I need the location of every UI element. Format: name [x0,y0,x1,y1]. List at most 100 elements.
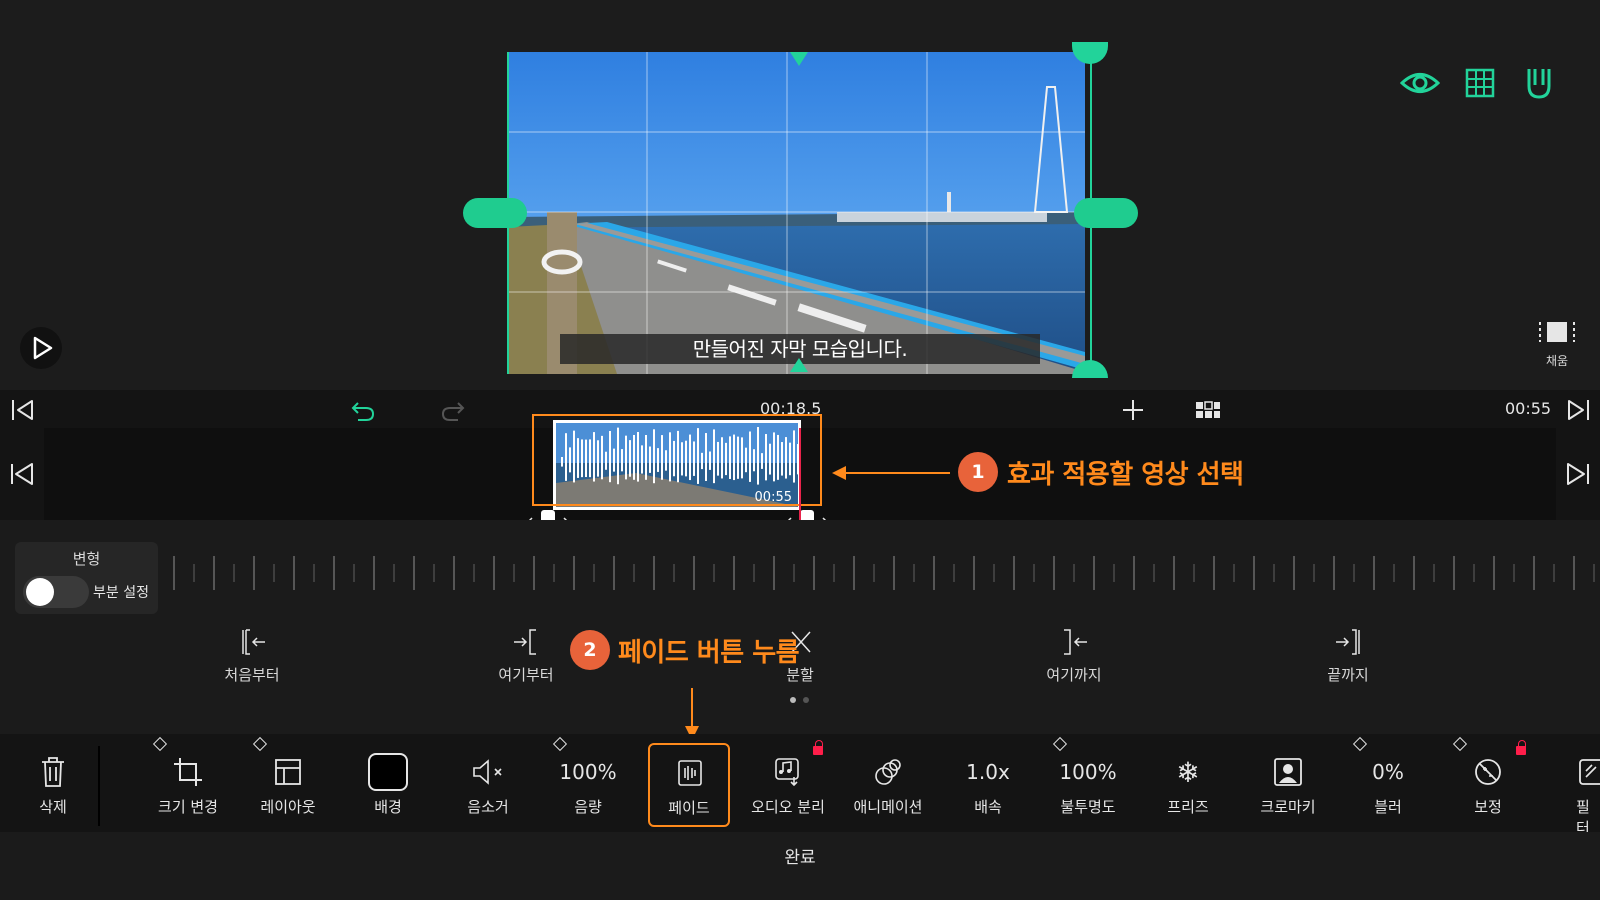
trim-from-here-button[interactable]: 여기부터 [486,628,566,688]
annotation-step-1-badge: 1 [958,452,998,492]
trim-to-here-button[interactable]: 여기까지 [1034,628,1114,688]
trim-to-end-button[interactable]: 끝까지 [1308,628,1388,688]
opacity-label: 불투명도 [1060,798,1116,816]
trim-to-here-label: 여기까지 [1046,666,1102,684]
delete-button[interactable]: 삭제 [3,734,103,832]
background-button[interactable]: 배경 [338,734,438,832]
add-icon[interactable] [1121,398,1145,422]
fill-icon [1539,322,1575,342]
redo-icon[interactable] [440,399,466,421]
skip-to-end-icon[interactable] [1565,398,1591,422]
grid-icon[interactable] [1465,68,1495,98]
toggle-knob [26,578,54,606]
background-label: 배경 [374,798,402,816]
background-swatch-icon [368,753,408,791]
edit-panel: 변형 부분 설정 처음부터 여기부터 분할 여기까지 끝까지 2 페이드 버튼 … [0,520,1600,740]
layers-icon[interactable] [1195,400,1221,420]
annotation-step-2-badge: 2 [570,630,610,670]
annotation-box-clip [532,414,822,506]
speaker-mute-icon [468,754,508,790]
fill-button[interactable]: 채움 [1535,318,1579,374]
clip-tool-toolbar: 삭제 크기 변경 레이아웃 배경 음소거 100% 음량 페이드 오디오 분리 … [0,734,1600,832]
fade-label: 페이드 [668,799,710,817]
volume-button[interactable]: 100% 음량 [538,734,638,832]
toolbar-divider [98,746,100,826]
speed-value: 1.0x [966,760,1010,784]
video-frame-image [507,52,1085,374]
skip-to-start-icon[interactable] [10,398,36,422]
footer: 완료 [0,832,1600,900]
layout-label: 레이아웃 [260,798,316,816]
play-icon [33,336,53,360]
mute-label: 음소거 [467,798,509,816]
prev-frame-button[interactable] [0,428,44,520]
delete-label: 삭제 [39,798,67,816]
keyframe-diamond-icon [252,736,268,752]
snowflake-icon: ❄ [1176,755,1200,789]
fade-icon [670,755,710,791]
audio-split-label: 오디오 분리 [751,798,825,816]
lock-icon [1516,740,1526,755]
trim-to-end-label: 끝까지 [1327,666,1369,684]
transform-title: 변형 [72,550,101,568]
trim-to-here-icon [1064,629,1087,655]
annotation-arrow-2-icon [685,688,699,740]
keyframe-diamond-icon [552,736,568,752]
audio-split-button[interactable]: 오디오 분리 [738,734,838,832]
layout-icon [268,754,308,790]
trim-from-here-label: 여기부터 [498,666,554,684]
fade-button[interactable]: 페이드 [648,743,730,827]
lock-icon [813,740,823,755]
opacity-button[interactable]: 100% 불투명도 [1038,734,1138,832]
eye-icon[interactable] [1400,68,1440,98]
animation-label: 애니메이션 [853,798,923,816]
undo-icon[interactable] [350,399,376,421]
audio-split-icon [768,754,808,790]
page-dot [803,697,809,703]
resize-button[interactable]: 크기 변경 [138,734,238,832]
left-resize-handle[interactable] [463,198,527,228]
total-time: 00:55 [1505,399,1552,418]
crop-icon [168,754,208,790]
keyframe-diamond-icon [1352,736,1368,752]
speed-button[interactable]: 1.0x 배속 [938,734,1038,832]
filter-label: 필터 [1576,798,1590,832]
trim-from-here-icon [514,629,536,655]
mute-button[interactable]: 음소거 [438,734,538,832]
transform-panel: 변형 부분 설정 [15,542,158,614]
freeze-button[interactable]: ❄ 프리즈 [1138,734,1238,832]
freeze-label: 프리즈 [1167,798,1209,816]
video-canvas[interactable] [507,52,1085,374]
animation-icon [868,754,908,790]
correction-button[interactable]: 보정 [1438,734,1538,832]
play-button[interactable] [20,327,62,369]
speed-label: 배속 [974,798,1002,816]
blur-label: 블러 [1374,798,1402,816]
filter-icon [1578,754,1600,790]
partial-setting-toggle[interactable] [23,576,89,608]
trim-from-start-icon [242,629,265,655]
volume-value: 100% [559,760,617,784]
annotation-step-2-text: 페이드 버튼 누름 [618,638,800,668]
bottom-center-handle[interactable] [790,358,808,374]
annotation-arrow-1-icon [832,466,950,480]
right-resize-handle[interactable] [1074,198,1138,228]
resize-label: 크기 변경 [158,798,218,816]
timeline-ruler[interactable] [168,550,1600,594]
next-frame-button[interactable] [1556,428,1600,520]
trim-from-start-label: 처음부터 [224,666,280,684]
correction-label: 보정 [1474,798,1502,816]
volume-label: 음량 [574,798,602,816]
filter-button[interactable]: 필터 [1538,734,1600,832]
keyframe-diamond-icon [152,736,168,752]
annotation-step-1-text: 효과 적용할 영상 선택 [1007,460,1244,490]
layout-button[interactable]: 레이아웃 [238,734,338,832]
animation-button[interactable]: 애니메이션 [838,734,938,832]
page-dot-active [790,697,796,703]
trim-from-start-button[interactable]: 처음부터 [212,628,292,688]
done-button[interactable]: 완료 [740,838,860,878]
blur-button[interactable]: 0% 블러 [1338,734,1438,832]
magnet-icon[interactable] [1524,66,1554,100]
chromakey-button[interactable]: 크로마키 [1238,734,1338,832]
top-center-handle[interactable] [790,52,808,68]
